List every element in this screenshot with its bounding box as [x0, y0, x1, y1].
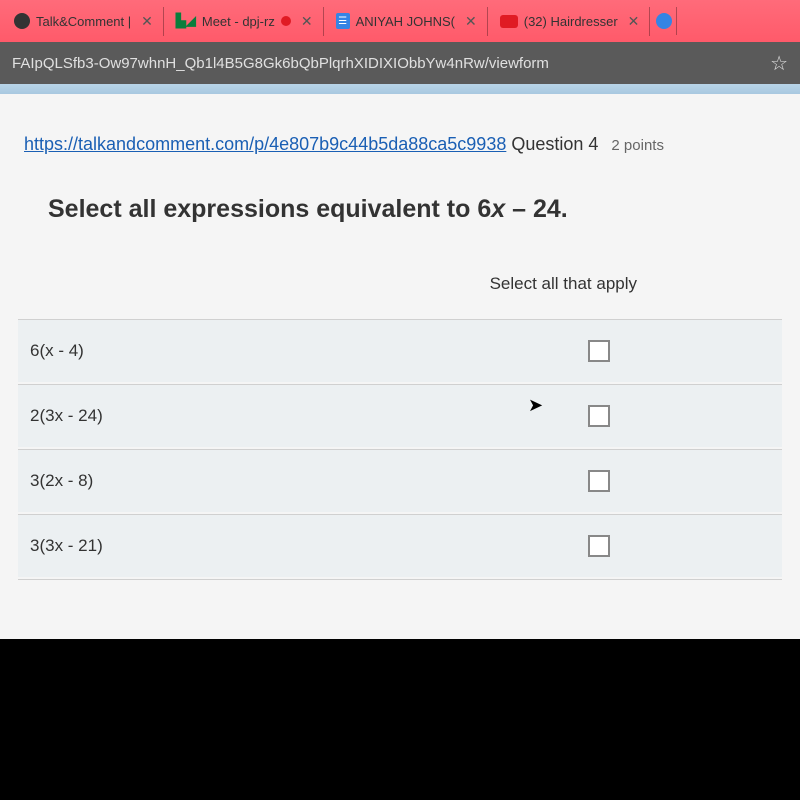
recording-icon: [281, 16, 291, 26]
tab-label: Meet - dpj-rz: [202, 14, 275, 29]
checkbox[interactable]: [588, 535, 610, 557]
tab-label: ANIYAH JOHNS(: [356, 14, 455, 29]
option-text: 2(3x - 24): [30, 406, 103, 426]
bookmark-star-icon[interactable]: ☆: [770, 51, 788, 76]
checkbox[interactable]: [588, 405, 610, 427]
question-link[interactable]: https://talkandcomment.com/p/4e807b9c44b…: [24, 134, 506, 154]
meet-icon: ▙◢: [176, 13, 196, 29]
option-text: 3(3x - 21): [30, 536, 103, 556]
doc-icon: ☰: [336, 13, 350, 29]
tab-partial[interactable]: [652, 7, 677, 35]
favicon-icon: [14, 13, 30, 29]
cursor-icon: ➤: [528, 395, 543, 416]
close-icon[interactable]: ✕: [301, 13, 313, 30]
question-points: 2 points: [611, 137, 664, 154]
tab-aniyah[interactable]: ☰ ANIYAH JOHNS( ✕: [326, 7, 488, 36]
address-bar[interactable]: FAIpQLSfb3-Ow97whnH_Qb1l4B5G8Gk6bQbPlqrh…: [0, 42, 800, 84]
option-row[interactable]: 3(3x - 21): [18, 514, 782, 577]
question-number: Question 4: [506, 134, 598, 154]
form-card: https://talkandcomment.com/p/4e807b9c44b…: [0, 94, 800, 639]
select-all-label: Select all that apply: [18, 274, 782, 294]
tab-label: (32) Hairdresser: [524, 14, 618, 29]
option-row[interactable]: 3(2x - 8): [18, 449, 782, 512]
option-text: 6(x - 4): [30, 341, 84, 361]
favicon-icon: [656, 13, 672, 29]
page-content: https://talkandcomment.com/p/4e807b9c44b…: [0, 84, 800, 639]
tab-label: Talk&Comment |: [36, 14, 131, 29]
tab-hairdresser[interactable]: (32) Hairdresser ✕: [490, 7, 651, 36]
close-icon[interactable]: ✕: [141, 13, 153, 30]
spacer: [18, 579, 782, 619]
tab-meet[interactable]: ▙◢ Meet - dpj-rz ✕: [166, 7, 324, 36]
tab-talkcomment[interactable]: Talk&Comment | ✕: [4, 7, 164, 36]
question-prompt: Select all expressions equivalent to 6x …: [18, 195, 782, 224]
option-row[interactable]: 6(x - 4): [18, 319, 782, 382]
close-icon[interactable]: ✕: [465, 13, 477, 30]
tab-strip: Talk&Comment | ✕ ▙◢ Meet - dpj-rz ✕ ☰ AN…: [0, 0, 800, 42]
youtube-icon: [500, 15, 518, 28]
url-text: FAIpQLSfb3-Ow97whnH_Qb1l4B5G8Gk6bQbPlqrh…: [12, 55, 549, 72]
checkbox[interactable]: [588, 340, 610, 362]
checkbox[interactable]: [588, 470, 610, 492]
question-header: https://talkandcomment.com/p/4e807b9c44b…: [18, 134, 782, 155]
close-icon[interactable]: ✕: [628, 13, 640, 30]
option-text: 3(2x - 8): [30, 471, 93, 491]
option-row[interactable]: 2(3x - 24) ➤: [18, 384, 782, 447]
accent-bar: [0, 84, 800, 94]
